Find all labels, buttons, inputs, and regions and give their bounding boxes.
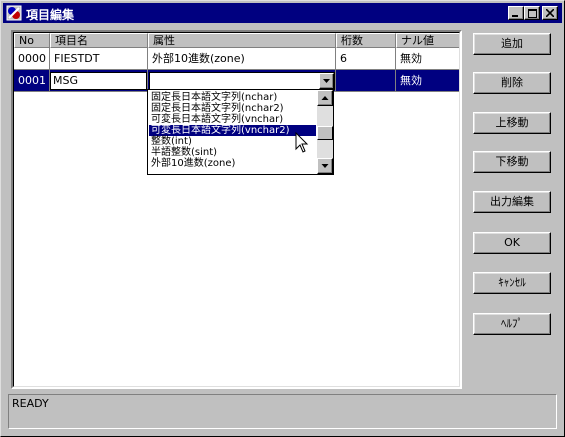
cell-digits[interactable] xyxy=(336,70,396,92)
cell-no[interactable]: 0000 xyxy=(14,48,50,70)
cell-type[interactable]: 外部10進数(zone) xyxy=(148,48,336,70)
title-bar[interactable]: 項目編集 xyxy=(3,3,562,23)
column-header-digits[interactable]: 桁数 xyxy=(336,33,396,48)
type-combobox[interactable] xyxy=(149,72,335,90)
scroll-up-button[interactable] xyxy=(317,90,333,106)
item-edit-window: 項目編集 No 項目名 属性 桁数 ナル値 0000 FIESTDT 外部10進… xyxy=(0,0,565,437)
column-header-name[interactable]: 項目名 xyxy=(50,33,148,48)
scroll-down-icon xyxy=(321,164,329,168)
scroll-down-button[interactable] xyxy=(317,158,333,174)
dropdown-option-highlighted[interactable]: 可変長日本語文字列(vnchar2) xyxy=(148,124,317,137)
cancel-button[interactable]: ｷｬﾝｾﾙ xyxy=(473,272,551,294)
maximize-icon xyxy=(527,8,537,18)
name-edit-input[interactable]: MSG xyxy=(50,72,147,90)
mouse-pointer-icon xyxy=(295,132,309,153)
table-row[interactable]: 0000 FIESTDT 外部10進数(zone) 6 無効 xyxy=(14,48,459,70)
scroll-thumb[interactable] xyxy=(317,126,333,140)
cell-null[interactable]: 無効 xyxy=(396,48,459,70)
cell-digits[interactable]: 6 xyxy=(336,48,396,70)
add-button[interactable]: 追加 xyxy=(473,33,551,55)
delete-button[interactable]: 削除 xyxy=(473,72,551,94)
dropdown-scrollbar[interactable] xyxy=(317,90,333,174)
column-header-null[interactable]: ナル値 xyxy=(396,33,459,48)
scroll-up-icon xyxy=(321,96,329,100)
dropdown-option[interactable]: 固定長日本語文字列(nchar2) xyxy=(149,103,316,114)
status-bar: READY xyxy=(8,394,557,429)
cell-no[interactable]: 0001 xyxy=(14,70,50,92)
window-title: 項目編集 xyxy=(26,8,75,22)
app-icon xyxy=(6,5,22,21)
status-text: READY xyxy=(12,397,49,410)
help-button[interactable]: ﾍﾙﾌﾟ xyxy=(473,313,551,335)
output-edit-button[interactable]: 出力編集 xyxy=(473,191,551,213)
close-icon xyxy=(546,9,554,17)
move-up-button[interactable]: 上移動 xyxy=(473,112,551,134)
column-header-type[interactable]: 属性 xyxy=(148,33,336,48)
column-header-no[interactable]: No xyxy=(14,33,50,48)
close-button[interactable] xyxy=(542,6,558,20)
move-down-button[interactable]: 下移動 xyxy=(473,151,551,173)
dropdown-option[interactable]: 半語整数(sint) xyxy=(149,147,316,158)
combobox-dropdown-button[interactable] xyxy=(319,73,334,89)
maximize-button[interactable] xyxy=(524,6,540,20)
cell-null[interactable]: 無効 xyxy=(396,70,459,92)
cell-name[interactable]: FIESTDT xyxy=(50,48,148,70)
dropdown-option[interactable]: 可変長日本語文字列(vnchar) xyxy=(149,114,316,125)
dropdown-option[interactable]: 外部10進数(zone) xyxy=(149,158,316,169)
minimize-icon xyxy=(512,15,518,17)
minimize-button[interactable] xyxy=(508,6,524,20)
dropdown-option[interactable]: 整数(int) xyxy=(149,136,316,147)
ok-button[interactable]: OK xyxy=(473,232,551,254)
dropdown-option[interactable]: 固定長日本語文字列(nchar) xyxy=(149,92,316,103)
chevron-down-icon xyxy=(323,79,330,83)
item-grid[interactable]: No 項目名 属性 桁数 ナル値 0000 FIESTDT 外部10進数(zon… xyxy=(11,30,462,389)
